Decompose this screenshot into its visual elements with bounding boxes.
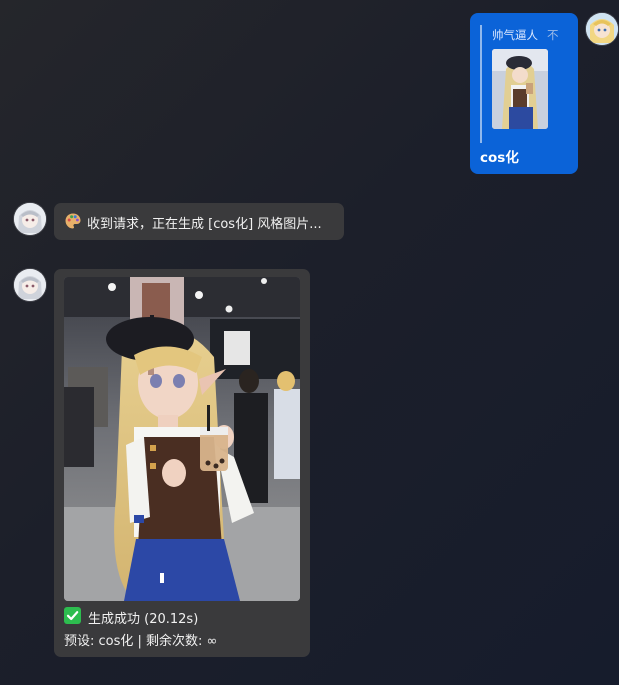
bot-avatar[interactable] [14,203,46,235]
bot-result-message[interactable]: 生成成功 (20.12s) 预设: cos化 | 剩余次数: ∞ [54,269,310,657]
result-info-text: 预设: cos化 | 剩余次数: ∞ [64,634,218,649]
bot-avatar[interactable] [14,269,46,301]
reply-sender-name: 帅气逼人 [492,28,538,42]
result-status-text: 生成成功 (20.12s) [88,612,199,627]
reply-quote[interactable]: 帅气逼人 不 [480,25,568,143]
user-message-bubble[interactable]: 帅气逼人 不 cos化 [470,13,578,174]
reply-thumbnail-image[interactable] [492,49,548,129]
palette-icon [64,212,82,230]
user-avatar[interactable] [586,13,618,45]
generated-image[interactable] [64,277,300,601]
bot-status-text: 收到请求，正在生成 [cos化] 风格图片... [87,217,322,232]
chat-conversation: 帅气逼人 不 cos化 收到请求，正在生成 [cos化] 风格图片... 生成成… [0,0,619,685]
check-mark-icon [64,607,81,624]
user-message-text: cos化 [480,150,519,166]
bot-status-message[interactable]: 收到请求，正在生成 [cos化] 风格图片... [54,203,344,240]
reply-truncated-text: 不 [547,28,559,42]
